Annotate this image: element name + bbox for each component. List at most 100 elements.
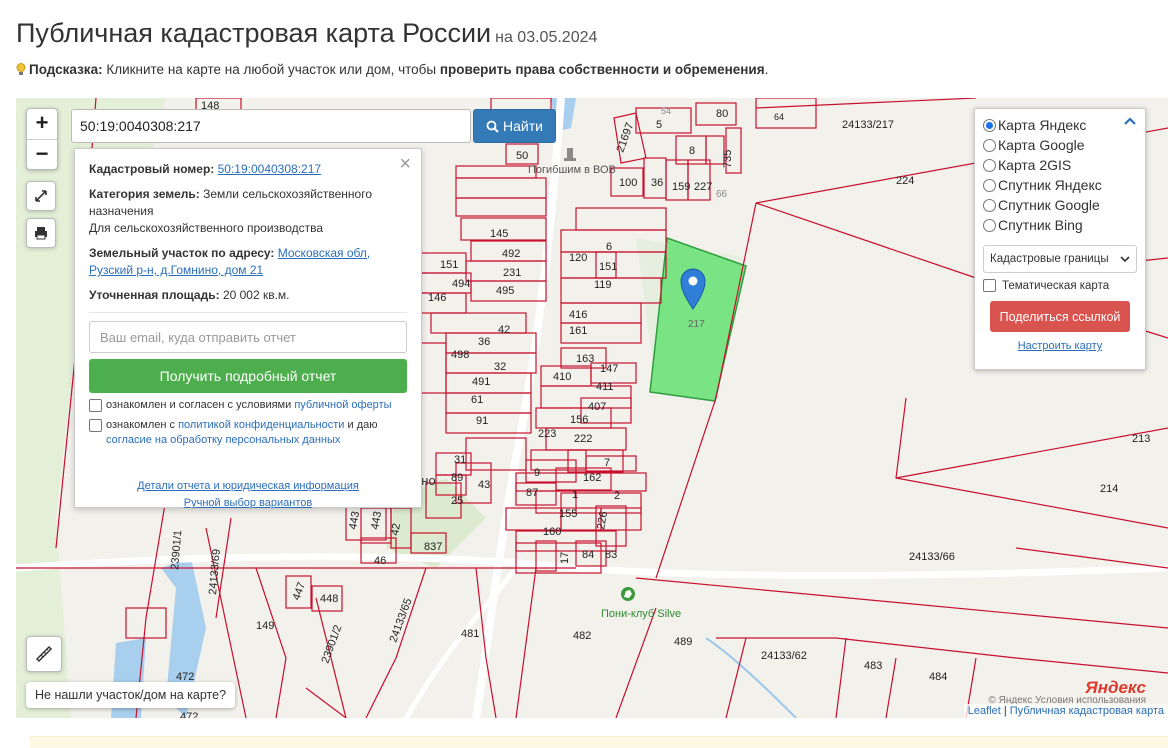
area-row: Уточненная площадь: 20 002 кв.м.	[89, 288, 290, 302]
offer-consent[interactable]: ознакомлен и согласен с условиями публич…	[89, 398, 407, 413]
svg-text:5: 5	[656, 119, 662, 131]
svg-text:46: 46	[374, 555, 386, 567]
not-found-button[interactable]: Не нашли участок/дом на карте?	[26, 682, 236, 708]
svg-text:735: 735	[722, 150, 734, 168]
svg-text:24133/217: 24133/217	[842, 119, 894, 131]
radio-2gis-map[interactable]	[983, 158, 996, 172]
radio-bing-sat[interactable]	[983, 218, 996, 232]
hint-label: Подсказка:	[29, 62, 103, 77]
privacy-checkbox[interactable]	[89, 419, 102, 432]
svg-text:25: 25	[451, 495, 463, 507]
zoom-control: + −	[26, 108, 58, 170]
svg-text:1: 1	[572, 489, 578, 501]
svg-text:155: 155	[559, 508, 577, 520]
radio-google-map[interactable]	[983, 138, 996, 152]
svg-text:54: 54	[661, 106, 671, 116]
layer-option-yandex-sat[interactable]: Спутник Яндекс	[983, 175, 1137, 195]
print-button[interactable]	[26, 218, 56, 248]
svg-text:489: 489	[674, 636, 692, 648]
svg-text:6: 6	[606, 241, 612, 253]
svg-text:17: 17	[559, 552, 571, 564]
notice-strip	[30, 736, 1168, 748]
layer-option-google-sat[interactable]: Спутник Google	[983, 195, 1137, 215]
zoom-out-button[interactable]: −	[27, 139, 57, 169]
svg-text:491: 491	[472, 376, 490, 388]
svg-text:159: 159	[672, 181, 690, 193]
svg-text:80: 80	[716, 108, 728, 120]
hint-body: Кликните на карте на любой участок или д…	[106, 62, 437, 77]
map-layers-panel: Карта Яндекс Карта Google Карта 2GIS Спу…	[974, 108, 1146, 370]
privacy-consent[interactable]: ознакомлен с политикой конфиденциальност…	[89, 418, 407, 448]
svg-text:484: 484	[929, 671, 947, 683]
search-button[interactable]: Найти	[473, 109, 556, 143]
svg-text:162: 162	[583, 472, 601, 484]
poi-memorial-label: Погибшим в ВОВ	[528, 164, 616, 176]
zoom-in-button[interactable]: +	[27, 109, 57, 139]
hint-bold: проверить права собственности и обремене…	[439, 62, 765, 77]
page-title: Публичная кадастровая карта России на 03.…	[16, 18, 598, 48]
close-icon[interactable]: ×	[399, 153, 411, 176]
svg-text:145: 145	[490, 228, 508, 240]
svg-text:472: 472	[180, 711, 198, 718]
ruler-button[interactable]	[26, 636, 62, 672]
svg-text:416: 416	[569, 309, 587, 321]
svg-text:8: 8	[689, 145, 695, 157]
svg-text:100: 100	[619, 177, 637, 189]
pkk-link[interactable]: Публичная кадастровая карта	[1010, 705, 1164, 717]
cadastral-number-row: Кадастровый номер: 50:19:0040308:217	[89, 162, 322, 176]
svg-text:146: 146	[428, 292, 446, 304]
svg-text:214: 214	[1100, 483, 1118, 495]
svg-text:498: 498	[451, 349, 469, 361]
offer-checkbox[interactable]	[89, 399, 102, 412]
svg-text:87: 87	[526, 487, 538, 499]
personal-data-link[interactable]: согласие на обработку персональных данны…	[106, 434, 340, 446]
svg-text:495: 495	[496, 285, 514, 297]
manual-choice-link[interactable]: Ручной выбор вариантов	[184, 497, 312, 509]
map[interactable]: 148 50 80 54 5 64 24133/217 21697 8 735 …	[16, 98, 1168, 718]
svg-text:120: 120	[569, 252, 587, 264]
svg-text:151: 151	[599, 261, 617, 273]
svg-text:217: 217	[688, 319, 705, 330]
layer-option-yandex-map[interactable]: Карта Яндекс	[983, 115, 1137, 135]
layer-option-bing-sat[interactable]: Спутник Bing	[983, 215, 1137, 235]
cadastral-search-input[interactable]: 50:19:0040308:217	[71, 109, 471, 143]
get-report-button[interactable]: Получить подробный отчет	[89, 359, 407, 393]
email-input[interactable]: Ваш email, куда отправить отчет	[89, 321, 407, 353]
svg-text:222: 222	[574, 433, 592, 445]
thematic-map-toggle[interactable]: Тематическая карта	[983, 279, 1137, 292]
svg-text:7: 7	[604, 457, 610, 469]
land-category-row: Категория земель: Земли сельскохозяйстве…	[89, 187, 373, 235]
svg-text:50: 50	[516, 150, 528, 162]
layer-option-google-map[interactable]: Карта Google	[983, 135, 1137, 155]
svg-text:2: 2	[614, 490, 620, 502]
svg-text:36: 36	[478, 336, 490, 348]
layer-option-2gis-map[interactable]: Карта 2GIS	[983, 155, 1137, 175]
land-usage: Для сельскохозяйственного производства	[89, 221, 324, 235]
chevron-down-icon	[1120, 256, 1130, 263]
thematic-checkbox[interactable]	[983, 279, 996, 292]
svg-text:492: 492	[502, 248, 520, 260]
cadastral-number-link[interactable]: 50:19:0040308:217	[218, 162, 321, 176]
lightbulb-icon	[16, 63, 26, 75]
poi-pony-label: Пони-клуб Silve	[601, 608, 682, 620]
share-link-button[interactable]: Поделиться ссылкой	[990, 301, 1130, 332]
overlay-select[interactable]: Кадастровые границы	[983, 245, 1137, 273]
hint-text: Подсказка: Кликните на карте на любой уч…	[16, 61, 768, 77]
radio-yandex-sat[interactable]	[983, 178, 996, 192]
svg-text:411: 411	[596, 381, 614, 393]
radio-google-sat[interactable]	[983, 198, 996, 212]
svg-text:837: 837	[424, 541, 442, 553]
leaflet-link[interactable]: Leaflet	[968, 705, 1001, 717]
svg-text:448: 448	[320, 593, 338, 605]
report-details-link[interactable]: Детали отчета и юридическая информация	[137, 480, 359, 492]
svg-text:223: 223	[538, 428, 556, 440]
svg-text:84: 84	[582, 549, 594, 561]
svg-text:43: 43	[478, 479, 490, 491]
offer-link[interactable]: публичной оферты	[294, 399, 391, 411]
radio-yandex-map[interactable]	[983, 118, 996, 132]
fullscreen-button[interactable]	[26, 181, 56, 211]
svg-text:66: 66	[716, 189, 728, 200]
privacy-link[interactable]: политикой конфиденциальности	[178, 419, 344, 431]
chevron-up-icon[interactable]	[1123, 115, 1137, 129]
configure-map-link[interactable]: Настроить карту	[983, 340, 1137, 352]
